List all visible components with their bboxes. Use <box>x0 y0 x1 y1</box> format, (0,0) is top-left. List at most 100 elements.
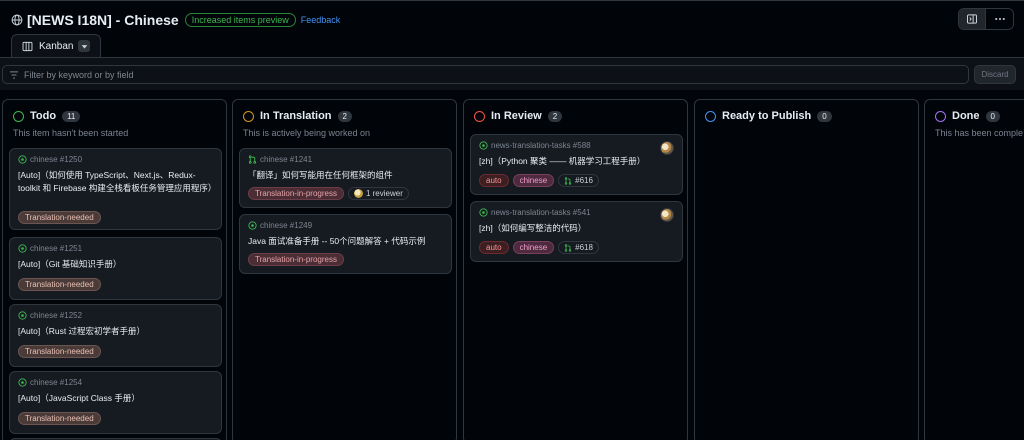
card-reference[interactable]: chinese #1249 <box>260 221 312 230</box>
discard-button[interactable]: Discard <box>974 65 1016 84</box>
issue-card[interactable]: news-translation-tasks #588 [zh]（Python … <box>470 134 683 195</box>
assignee-avatar[interactable] <box>660 141 674 155</box>
card-meta: chinese #1254 <box>18 378 82 387</box>
status-circle-icon <box>474 110 485 122</box>
issue-card[interactable]: chinese #1251 [Auto]（Git 基础知识手册） Transla… <box>9 237 222 300</box>
reviewer-count: 1 reviewer <box>365 189 403 198</box>
column-in-review: In Review 2 news-translation-tasks #588 … <box>463 99 688 440</box>
card-reference[interactable]: chinese #1250 <box>30 155 82 164</box>
project-title: [NEWS I18N] - Chinese <box>27 12 179 28</box>
card-meta: chinese #1249 <box>248 221 312 230</box>
column-done: Done 0 This has been comple <box>924 99 1024 440</box>
column-header: In Review 2 <box>474 109 563 123</box>
card-reference[interactable]: chinese #1252 <box>30 311 82 320</box>
more-options-button[interactable] <box>985 9 1013 29</box>
card-meta: chinese #1250 <box>18 155 82 164</box>
card-title[interactable]: [zh]（如何编写整洁的代码） <box>479 222 674 235</box>
column-in-translation: In Translation 2 This is actively being … <box>232 99 457 440</box>
issue-open-icon <box>18 244 27 253</box>
column-name: Ready to Publish <box>722 110 812 122</box>
reviewer-avatar <box>353 189 363 198</box>
filter-field[interactable] <box>2 65 969 84</box>
view-tab-kanban[interactable]: Kanban <box>11 34 101 58</box>
column-description: This is actively being worked on <box>243 128 371 138</box>
label-badge[interactable]: Translation-in-progress <box>248 187 344 200</box>
kebab-horizontal-icon <box>994 17 1005 21</box>
issue-open-icon <box>479 208 488 217</box>
preview-badge[interactable]: Increased items preview <box>184 13 296 27</box>
card-reference[interactable]: chinese #1251 <box>30 244 82 253</box>
issue-card[interactable]: chinese #1250 [Auto]（如何使用 TypeScript、Nex… <box>9 148 222 230</box>
title-row: [NEWS I18N] - Chinese Increased items pr… <box>11 10 340 30</box>
filter-input[interactable] <box>24 69 924 80</box>
card-title[interactable]: Java 面试准备手册 -- 50个问题解答 + 代码示例 <box>248 235 443 248</box>
issue-open-icon <box>18 311 27 320</box>
card-meta: chinese #1251 <box>18 244 82 253</box>
linked-pr-number: #618 <box>575 243 593 252</box>
column-count: 0 <box>817 110 832 122</box>
card-meta: news-translation-tasks #541 <box>479 208 591 217</box>
card-labels: Translation-in-progress 1 reviewer <box>248 187 409 200</box>
card-title[interactable]: [Auto]（JavaScript Class 手册） <box>18 392 213 405</box>
card-meta: chinese #1241 <box>248 155 312 164</box>
label-badge[interactable]: Translation-in-progress <box>248 253 344 266</box>
issue-open-icon <box>248 221 257 230</box>
label-badge[interactable]: auto <box>479 174 509 187</box>
status-circle-icon <box>705 110 716 122</box>
linked-pr-chip[interactable]: #616 <box>558 174 599 187</box>
card-reference[interactable]: news-translation-tasks #588 <box>491 141 591 150</box>
pull-request-icon <box>564 176 572 185</box>
card-labels: auto chinese #616 <box>479 174 599 187</box>
header-actions <box>958 8 1014 30</box>
card-reference[interactable]: news-translation-tasks #541 <box>491 208 591 217</box>
card-title[interactable]: [Auto]（Git 基础知识手册） <box>18 258 213 271</box>
card-title[interactable]: [Auto]（如何使用 TypeScript、Next.js、Redux-too… <box>18 169 216 195</box>
issue-open-icon <box>479 141 488 150</box>
column-count: 2 <box>337 110 352 122</box>
pull-request-icon <box>248 155 257 164</box>
card-title[interactable]: 「翻译」如何写能用在任何框架的组件 <box>248 169 443 182</box>
label-badge[interactable]: Translation-needed <box>18 278 101 291</box>
linked-pr-number: #616 <box>575 176 593 185</box>
column-count: 11 <box>62 110 81 122</box>
issue-card[interactable]: chinese #1252 [Auto]（Rust 过程宏初学者手册） Tran… <box>9 304 222 367</box>
column-header: Ready to Publish 0 <box>705 109 832 123</box>
kanban-board: Todo 11 This item hasn't been started ch… <box>0 90 1024 440</box>
side-panel-icon <box>967 14 977 24</box>
assignee-avatar[interactable] <box>660 208 674 222</box>
card-reference[interactable]: chinese #1241 <box>260 155 312 164</box>
label-badge[interactable]: Translation-needed <box>18 345 101 358</box>
card-reference[interactable]: chinese #1254 <box>30 378 82 387</box>
column-description: This item hasn't been started <box>13 128 129 138</box>
card-title[interactable]: [zh]（Python 聚类 —— 机器学习工程手册） <box>479 155 674 168</box>
issue-open-icon <box>18 155 27 164</box>
column-count: 0 <box>985 110 1000 122</box>
feedback-link[interactable]: Feedback <box>301 15 341 25</box>
filter-bar: Discard <box>0 58 1024 90</box>
board-icon <box>22 41 33 52</box>
label-badge[interactable]: auto <box>479 241 509 254</box>
issue-card[interactable]: news-translation-tasks #541 [zh]（如何编写整洁的… <box>470 201 683 262</box>
column-name: In Translation <box>260 110 332 122</box>
triangle-down-icon <box>81 44 87 49</box>
label-badge[interactable]: chinese <box>512 174 555 187</box>
issue-card[interactable]: chinese #1249 Java 面试准备手册 -- 50个问题解答 + 代… <box>239 214 452 274</box>
top-border <box>0 0 1024 1</box>
column-todo: Todo 11 This item hasn't been started ch… <box>2 99 227 440</box>
card-labels: Translation-in-progress <box>248 253 344 266</box>
card-title[interactable]: [Auto]（Rust 过程宏初学者手册） <box>18 325 213 338</box>
linked-pr-chip[interactable]: #618 <box>558 241 599 254</box>
toggle-side-panel-button[interactable] <box>959 9 985 29</box>
project-header: [NEWS I18N] - Chinese Increased items pr… <box>0 0 1024 60</box>
reviewer-chip[interactable]: 1 reviewer <box>347 187 409 200</box>
label-badge[interactable]: chinese <box>512 241 555 254</box>
column-header: In Translation 2 <box>243 109 352 123</box>
pull-request-card[interactable]: chinese #1241 「翻译」如何写能用在任何框架的组件 Translat… <box>239 148 452 208</box>
issue-card[interactable]: chinese #1254 [Auto]（JavaScript Class 手册… <box>9 371 222 434</box>
filter-icon <box>9 70 19 79</box>
label-badge[interactable]: Translation-needed <box>18 412 101 425</box>
column-name: In Review <box>491 110 542 122</box>
label-badge[interactable]: Translation-needed <box>18 211 101 224</box>
view-options-button[interactable] <box>78 40 90 52</box>
card-labels: auto chinese #618 <box>479 241 599 254</box>
